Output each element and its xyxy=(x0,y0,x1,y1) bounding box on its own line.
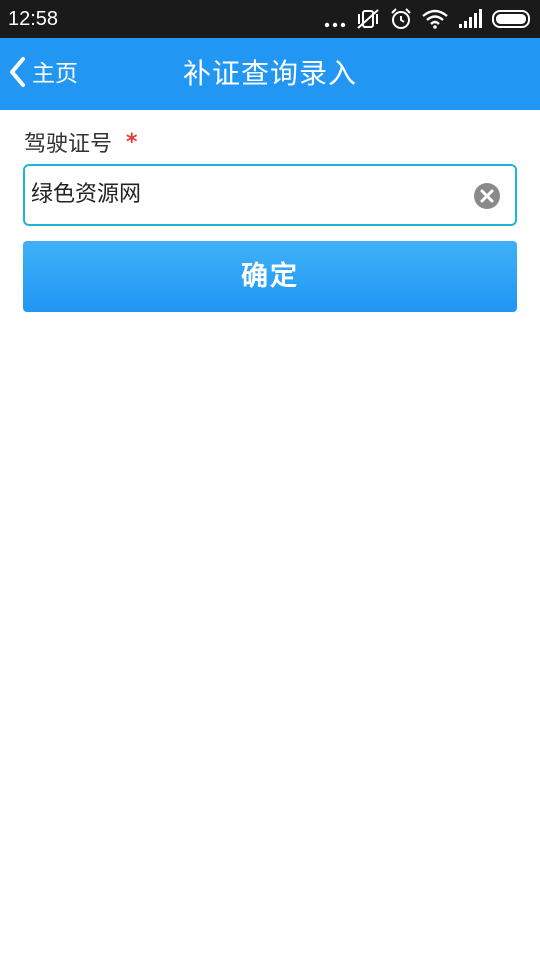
license-number-value[interactable]: 绿色资源网 xyxy=(31,180,141,210)
confirm-button[interactable]: 确定 xyxy=(23,241,517,312)
wifi-icon xyxy=(422,9,448,29)
license-number-input[interactable]: 绿色资源网 xyxy=(23,164,517,226)
battery-icon xyxy=(492,9,532,29)
page-title: 补证查询录入 xyxy=(182,57,357,90)
status-time: 12:58 xyxy=(8,8,59,30)
status-icons xyxy=(324,7,532,31)
license-field-label-row: 驾驶证号 * xyxy=(24,126,138,158)
signal-icon xyxy=(458,9,482,29)
title-bar: 主页 补证查询录入 xyxy=(0,38,540,110)
required-mark: * xyxy=(126,129,138,155)
license-label: 驾驶证号 xyxy=(24,132,113,157)
vibrate-icon xyxy=(356,8,380,30)
status-bar: 12:58 xyxy=(0,0,540,38)
more-dots-icon xyxy=(324,9,346,29)
alarm-icon xyxy=(390,8,412,30)
clear-input-icon[interactable] xyxy=(473,182,501,210)
